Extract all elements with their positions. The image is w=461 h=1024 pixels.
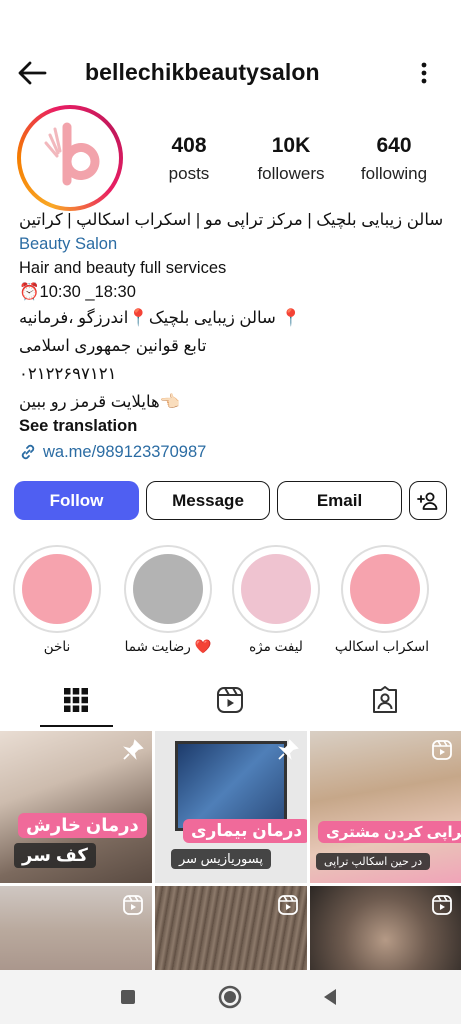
following-label: following	[360, 164, 428, 183]
profile-tabs	[0, 672, 461, 728]
category-label[interactable]: Beauty Salon	[19, 232, 449, 256]
suggested-users-button[interactable]	[409, 481, 447, 520]
post-tile[interactable]	[155, 886, 307, 971]
bio-title-line: سالن زیبایی بلچیک | مرکز تراپی مو | اسکر…	[19, 211, 444, 229]
website-link-text[interactable]: wa.me/989123370987	[43, 440, 206, 464]
bio-services-line: Hair and beauty full services	[19, 259, 227, 277]
email-button[interactable]: Email	[277, 481, 402, 520]
posts-grid: درمان خارش کف سر درمان بیماری پسوریازیس …	[0, 731, 461, 971]
see-translation-link[interactable]: See translation	[19, 414, 449, 438]
post-tile[interactable]	[0, 886, 152, 971]
pin-icon	[278, 739, 299, 760]
system-nav-bar	[0, 970, 461, 1024]
website-link[interactable]: wa.me/989123370987	[19, 440, 449, 464]
post-tile[interactable]: درمان خارش کف سر	[0, 731, 152, 883]
highlight-label: لیفت مژه	[249, 639, 303, 654]
post-title: تراپی کردن مشتری	[318, 821, 461, 843]
message-button[interactable]: Message	[146, 481, 270, 520]
bio-address-line: 📍 سالن زیبایی بلچیک📍اندرزگو ،فرمانیه	[19, 309, 301, 327]
stat-followers[interactable]: 10K followers	[246, 134, 336, 184]
home-icon[interactable]	[217, 984, 243, 1010]
bio-phone-line: ۰۲۱۲۲۶۹۷۱۲۱	[19, 365, 117, 383]
post-tile[interactable]	[310, 886, 461, 971]
reel-icon	[432, 895, 452, 915]
highlight-cover	[22, 554, 92, 624]
reel-icon	[278, 895, 298, 915]
top-bar: bellechikbeautysalon	[0, 48, 461, 98]
post-tile[interactable]: تراپی کردن مشتری در حین اسکالپ تراپی	[310, 731, 461, 883]
post-title: درمان بیماری	[183, 819, 307, 843]
highlight-lash-lift[interactable]: لیفت مژه	[232, 545, 320, 655]
tab-tagged[interactable]	[329, 672, 441, 728]
more-options-icon[interactable]	[414, 60, 434, 86]
profile-username: bellechikbeautysalon	[85, 59, 320, 85]
salon-logo-icon	[44, 122, 100, 186]
add-user-icon	[417, 492, 438, 510]
post-tile[interactable]: درمان بیماری پسوریازیس سر	[155, 731, 307, 883]
reels-icon	[217, 687, 243, 713]
stat-following[interactable]: 640 following	[349, 134, 439, 184]
bio-hours-line: ⏰10:30 _18:30	[19, 283, 136, 301]
highlight-scalp-scrub[interactable]: اسکراب اسکالپ	[334, 545, 429, 655]
tab-reels[interactable]	[174, 672, 286, 728]
posts-count: 408	[171, 134, 207, 157]
post-subtitle: کف سر	[14, 843, 96, 868]
recent-apps-icon[interactable]	[115, 984, 141, 1010]
follow-button[interactable]: Follow	[14, 481, 139, 520]
pin-icon	[123, 739, 144, 760]
grid-icon	[64, 688, 88, 712]
reel-icon	[432, 740, 452, 760]
posts-label: posts	[168, 164, 210, 183]
tagged-icon	[373, 686, 397, 713]
post-subtitle: در حین اسکالپ تراپی	[316, 853, 431, 870]
post-subtitle: پسوریازیس سر	[171, 849, 271, 869]
highlight-cover	[350, 554, 420, 624]
highlight-cover	[241, 554, 311, 624]
post-title: درمان خارش	[18, 813, 147, 838]
following-count: 640	[376, 134, 412, 157]
back-nav-icon[interactable]	[317, 984, 343, 1010]
highlight-nail[interactable]: ناخن	[13, 545, 101, 655]
active-tab-indicator	[40, 725, 113, 727]
bio-law-line: تابع قوانین جمهوری اسلامی	[19, 337, 207, 355]
back-arrow-icon[interactable]	[16, 60, 48, 86]
highlight-label: ❤️ رضایت شما	[124, 639, 212, 654]
link-icon	[21, 444, 35, 460]
bio: سالن زیبایی بلچیک | مرکز تراپی مو | اسکر…	[19, 208, 449, 464]
highlight-label: ناخن	[43, 639, 71, 654]
followers-label: followers	[257, 164, 325, 183]
highlight-satisfaction[interactable]: ❤️ رضایت شما	[124, 545, 212, 655]
tab-posts-grid[interactable]	[20, 672, 132, 728]
highlight-cover	[133, 554, 203, 624]
profile-avatar[interactable]	[17, 105, 123, 211]
stat-posts[interactable]: 408 posts	[144, 134, 234, 184]
highlight-label: اسکراب اسکالپ	[334, 639, 429, 654]
reel-icon	[123, 895, 143, 915]
bio-highlight-note: 👈🏻هایلایت قرمز رو ببین	[19, 393, 181, 411]
followers-count: 10K	[271, 134, 311, 157]
